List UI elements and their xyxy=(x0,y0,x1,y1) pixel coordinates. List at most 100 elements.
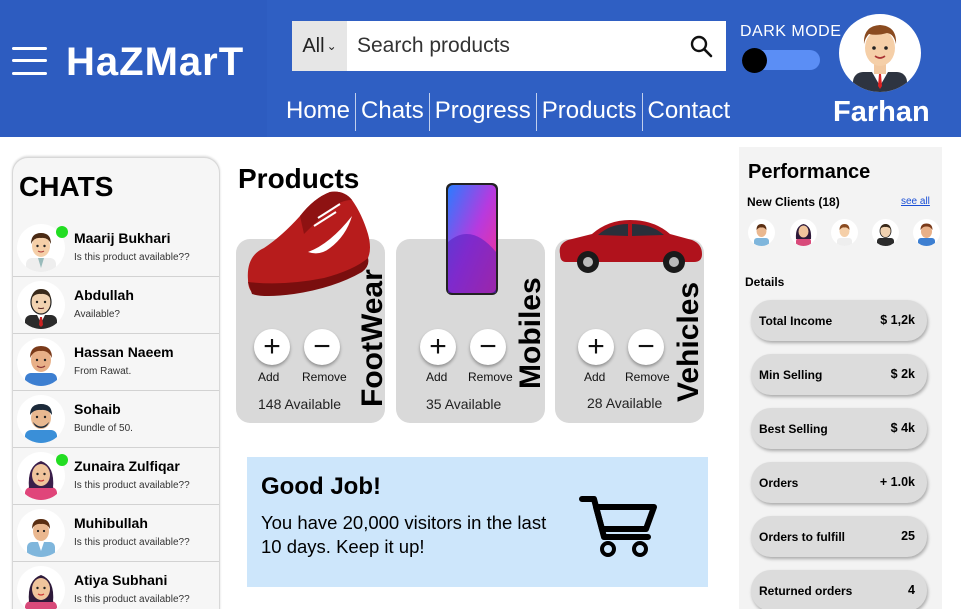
nav-home[interactable]: Home xyxy=(281,93,357,131)
remove-label[interactable]: Remove xyxy=(302,370,347,384)
chat-name: Muhibullah xyxy=(74,515,148,531)
phone-image xyxy=(445,182,499,301)
chat-name: Hassan Naeem xyxy=(74,344,174,360)
stat-label: Best Selling xyxy=(759,422,828,436)
client-avatar[interactable] xyxy=(748,219,775,246)
nav-chats[interactable]: Chats xyxy=(356,93,430,131)
chevron-down-icon: ⌄ xyxy=(326,39,337,53)
nav-progress[interactable]: Progress xyxy=(430,93,537,131)
car-image xyxy=(556,216,704,279)
client-avatar[interactable] xyxy=(913,219,940,246)
add-button[interactable]: + xyxy=(254,329,290,365)
see-all-link[interactable]: see all xyxy=(901,196,930,207)
shoe-image xyxy=(244,186,376,311)
remove-label[interactable]: Remove xyxy=(625,370,670,384)
availability-count: 148 Available xyxy=(258,396,342,412)
chat-message: Is this product available?? xyxy=(74,480,190,491)
avatar xyxy=(17,395,65,443)
toggle-knob xyxy=(742,48,767,73)
search-category-select[interactable]: All ⌄ xyxy=(292,21,347,71)
brand-block: HaZMarT xyxy=(0,0,267,137)
dark-mode-label: DARK MODE xyxy=(740,23,842,40)
add-label[interactable]: Add xyxy=(426,370,447,384)
details-label: Details xyxy=(745,275,785,289)
avatar xyxy=(17,509,65,557)
app-root: HaZMarT All ⌄ DARK MODE xyxy=(0,0,961,609)
nav-products[interactable]: Products xyxy=(537,93,643,131)
stat-orders-to-fulfill: Orders to fulfill 25 xyxy=(751,516,927,557)
performance-panel: Performance New Clients (18) see all Det… xyxy=(739,147,942,609)
chat-message: Is this product available?? xyxy=(74,252,190,263)
chat-message: From Rawat. xyxy=(74,366,132,377)
stat-label: Orders xyxy=(759,476,799,490)
search-category-label: All xyxy=(302,34,325,57)
availability-count: 35 Available xyxy=(426,396,502,412)
chat-item[interactable]: Abdullah Available? xyxy=(13,277,219,334)
chat-item[interactable]: Muhibullah Is this product available?? xyxy=(13,505,219,562)
remove-button[interactable]: − xyxy=(304,329,340,365)
chat-message: Is this product available?? xyxy=(74,537,190,548)
main-nav: Home Chats Progress Products Contact xyxy=(281,93,735,131)
stat-best-selling: Best Selling $ 4k xyxy=(751,408,927,449)
online-status-dot xyxy=(56,454,68,466)
chat-name: Atiya Subhani xyxy=(74,572,168,588)
good-job-banner: Good Job! You have 20,000 visitors in th… xyxy=(247,457,708,587)
new-clients-label: New Clients (18) xyxy=(747,195,840,209)
online-status-dot xyxy=(56,226,68,238)
hamburger-menu-icon[interactable] xyxy=(12,45,48,77)
stat-label: Min Selling xyxy=(759,368,823,382)
dark-mode-toggle[interactable] xyxy=(742,48,820,73)
chat-name: Maarij Bukhari xyxy=(74,230,171,246)
stat-min-selling: Min Selling $ 2k xyxy=(751,354,927,395)
add-label[interactable]: Add xyxy=(584,370,605,384)
chat-name: Zunaira Zulfiqar xyxy=(74,458,180,474)
availability-count: 28 Available xyxy=(587,395,663,411)
shopping-cart-icon xyxy=(578,493,658,564)
stat-value: $ 4k xyxy=(890,421,915,435)
add-button[interactable]: + xyxy=(420,329,456,365)
stat-value: + 1.0k xyxy=(879,475,915,489)
stat-label: Returned orders xyxy=(759,584,853,598)
banner-text: You have 20,000 visitors in the last 10 … xyxy=(261,512,547,557)
chat-message: Available? xyxy=(74,309,120,320)
chat-message: Is this product available?? xyxy=(74,594,190,605)
stat-value: $ 2k xyxy=(890,367,915,381)
search-input[interactable] xyxy=(347,21,676,71)
search-bar: All ⌄ xyxy=(292,21,726,71)
chat-name: Sohaib xyxy=(74,401,121,417)
remove-button[interactable]: − xyxy=(470,329,506,365)
client-avatar[interactable] xyxy=(872,219,899,246)
product-category-label: Vehicles xyxy=(672,281,705,402)
product-category-label: Mobiles xyxy=(514,277,547,389)
stat-value: 25 xyxy=(901,529,915,543)
user-avatar[interactable] xyxy=(839,14,921,92)
add-button[interactable]: + xyxy=(578,329,614,365)
chat-item[interactable]: Maarij Bukhari Is this product available… xyxy=(13,220,219,277)
chat-name: Abdullah xyxy=(74,287,134,303)
client-avatar[interactable] xyxy=(790,219,817,246)
chat-item[interactable]: Atiya Subhani Is this product available?… xyxy=(13,562,219,609)
avatar xyxy=(17,281,65,329)
chat-item[interactable]: Sohaib Bundle of 50. xyxy=(13,391,219,448)
chats-panel: CHATS Maarij Bukhari Is this product ava… xyxy=(12,157,220,609)
add-label[interactable]: Add xyxy=(258,370,279,384)
avatar xyxy=(17,566,65,609)
brand-logo: HaZMarT xyxy=(66,40,245,84)
banner-title: Good Job! xyxy=(261,473,381,500)
stat-orders: Orders + 1.0k xyxy=(751,462,927,503)
remove-label[interactable]: Remove xyxy=(468,370,513,384)
chat-item[interactable]: Zunaira Zulfiqar Is this product availab… xyxy=(13,448,219,505)
search-icon[interactable] xyxy=(676,21,726,71)
stat-returned-orders: Returned orders 4 xyxy=(751,570,927,609)
nav-contact[interactable]: Contact xyxy=(643,93,736,131)
stat-label: Total Income xyxy=(759,314,833,328)
performance-title: Performance xyxy=(748,161,871,183)
client-avatar[interactable] xyxy=(831,219,858,246)
stat-value: $ 1,2k xyxy=(880,313,915,327)
username-label: Farhan xyxy=(833,96,930,128)
remove-button[interactable]: − xyxy=(628,329,664,365)
chat-item[interactable]: Hassan Naeem From Rawat. xyxy=(13,334,219,391)
avatar xyxy=(17,338,65,386)
chats-title: CHATS xyxy=(19,171,114,202)
stat-label: Orders to fulfill xyxy=(759,530,846,544)
